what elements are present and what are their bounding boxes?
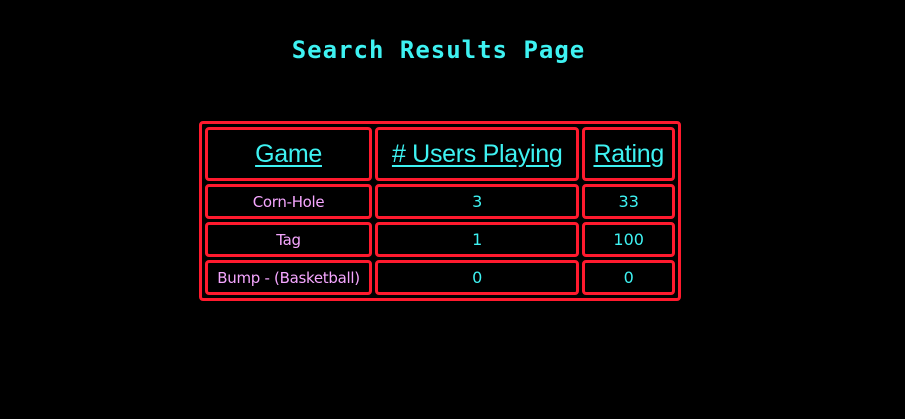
game-name-cell: Corn-Hole [205, 184, 373, 219]
table-row: Corn-Hole 3 33 [205, 184, 675, 219]
rating-cell: 0 [582, 260, 675, 295]
users-playing-cell: 0 [375, 260, 580, 295]
header-cell-users-playing: # Users Playing [375, 127, 580, 181]
users-playing-cell: 1 [375, 222, 580, 257]
sort-by-users-playing-link[interactable]: # Users Playing [392, 140, 563, 168]
game-name-cell: Bump - (Basketball) [205, 260, 373, 295]
page-title: Search Results Page [291, 36, 586, 64]
table-row: Tag 1 100 [205, 222, 675, 257]
results-table: Game # Users Playing Rating Corn-Hole 3 … [199, 121, 681, 301]
sort-by-game-link[interactable]: Game [255, 140, 322, 168]
game-name-cell: Tag [205, 222, 373, 257]
rating-cell: 33 [582, 184, 675, 219]
users-playing-cell: 3 [375, 184, 580, 219]
header-cell-rating: Rating [582, 127, 675, 181]
table-row: Bump - (Basketball) 0 0 [205, 260, 675, 295]
header-cell-game: Game [205, 127, 373, 181]
table-header-row: Game # Users Playing Rating [205, 127, 675, 181]
sort-by-rating-link[interactable]: Rating [593, 140, 664, 168]
rating-cell: 100 [582, 222, 675, 257]
